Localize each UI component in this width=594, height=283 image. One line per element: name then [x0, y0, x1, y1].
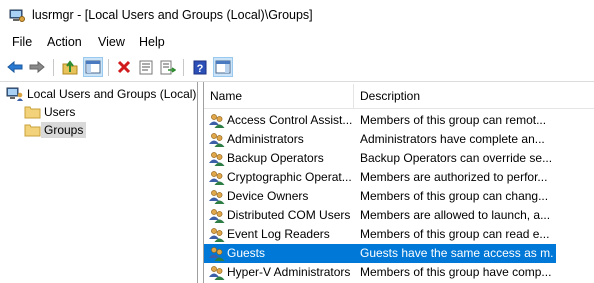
group-description: Members are allowed to launch, a... [360, 208, 551, 222]
group-icon [208, 112, 225, 129]
back-arrow-icon[interactable] [5, 57, 25, 77]
tree-item-users[interactable]: Users [24, 103, 78, 121]
tree-root[interactable]: Local Users and Groups (Local) [6, 85, 199, 103]
menu-file[interactable]: File [12, 35, 32, 49]
table-row[interactable]: Cryptographic Operat... Members are autho… [204, 168, 556, 187]
list-header: Name Description [204, 84, 594, 109]
title-bar: lusrmgr - [Local Users and Groups (Local… [0, 0, 594, 32]
table-row[interactable]: Hyper-V Administrators Members of this gr… [204, 263, 556, 282]
up-folder-icon[interactable] [60, 57, 80, 77]
menu-view[interactable]: View [98, 35, 125, 49]
tree-item-groups[interactable]: Groups [24, 121, 87, 139]
group-icon [208, 169, 225, 186]
toolbar: ? [0, 54, 594, 82]
group-icon [208, 245, 225, 262]
group-description: Administrators have complete an... [360, 132, 545, 146]
table-row[interactable]: Backup Operators Backup Operators can ove… [204, 149, 556, 168]
table-row[interactable]: Access Control Assist... Members of this … [204, 111, 556, 130]
group-name: Distributed COM Users [227, 208, 351, 222]
folder-icon [24, 106, 41, 119]
column-header-description[interactable]: Description [354, 84, 594, 108]
export-list-icon[interactable] [158, 57, 178, 77]
group-description: Guests have the same access as m... [360, 246, 554, 260]
group-name: Hyper-V Administrators [227, 265, 351, 279]
group-name: Cryptographic Operat... [227, 170, 352, 184]
computer-management-icon [9, 9, 25, 22]
menu-bar: File Action View Help [0, 33, 594, 53]
help-icon[interactable]: ? [190, 57, 210, 77]
group-icon [208, 188, 225, 205]
tree-item-groups-label: Groups [41, 122, 87, 138]
table-row[interactable]: Distributed COM Users Members are allowed… [204, 206, 556, 225]
column-header-name[interactable]: Name [204, 84, 354, 108]
tree-root-label: Local Users and Groups (Local) [27, 87, 197, 101]
tree-pane: Local Users and Groups (Local) Users Gro… [0, 82, 198, 283]
group-name: Access Control Assist... [227, 113, 353, 127]
group-icon [208, 131, 225, 148]
tree-item-users-label: Users [44, 105, 76, 119]
forward-arrow-icon[interactable] [27, 57, 47, 77]
group-icon [208, 226, 225, 243]
group-description: Members of this group can chang... [360, 189, 549, 203]
svg-text:?: ? [197, 63, 204, 75]
table-row[interactable]: Device Owners Members of this group can c… [204, 187, 556, 206]
group-icon [208, 207, 225, 224]
window-title: lusrmgr - [Local Users and Groups (Local… [32, 8, 313, 22]
group-name: Guests [227, 246, 266, 260]
show-hide-tree-icon[interactable] [83, 57, 103, 77]
show-hide-action-pane-icon[interactable] [213, 57, 233, 77]
group-name: Backup Operators [227, 151, 324, 165]
group-name: Device Owners [227, 189, 309, 203]
list-pane: Name Description Access Control Assist..… [203, 82, 594, 283]
group-description: Members of this group can remot... [360, 113, 547, 127]
menu-action[interactable]: Action [47, 35, 82, 49]
group-name: Administrators [227, 132, 304, 146]
properties-icon[interactable] [136, 57, 156, 77]
table-row[interactable]: Event Log Readers Members of this group c… [204, 225, 556, 244]
users-groups-icon [6, 87, 23, 101]
group-description: Members of this group can read e... [360, 227, 550, 241]
group-icon [208, 150, 225, 167]
folder-icon [24, 124, 41, 137]
table-row[interactable]: Guests Guests have the same access as m..… [204, 244, 556, 263]
table-row[interactable]: Administrators Administrators have comple… [204, 130, 556, 149]
group-description: Members of this group have comp... [360, 265, 552, 279]
group-description: Members are authorized to perfor... [360, 170, 548, 184]
menu-help[interactable]: Help [139, 35, 165, 49]
group-name: Event Log Readers [227, 227, 330, 241]
group-description: Backup Operators can override se... [360, 151, 553, 165]
group-icon [208, 264, 225, 281]
delete-icon[interactable] [114, 57, 134, 77]
